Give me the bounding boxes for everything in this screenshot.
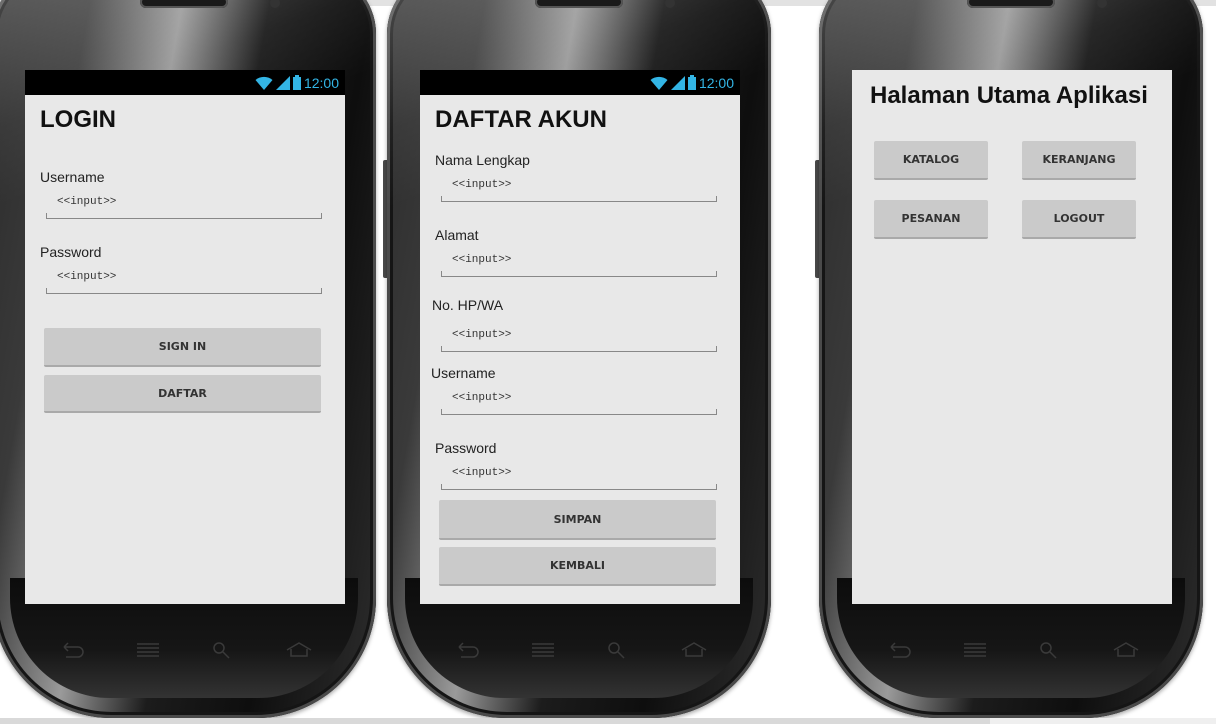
- page-title: DAFTAR AKUN: [435, 106, 607, 133]
- search-icon[interactable]: [602, 640, 632, 660]
- keranjang-button[interactable]: KERANJANG: [1022, 141, 1136, 180]
- back-icon[interactable]: [451, 640, 481, 660]
- katalog-button[interactable]: KATALOG: [874, 141, 988, 180]
- window-bottom-edge-right: [990, 718, 1216, 724]
- menu-icon[interactable]: [133, 640, 163, 660]
- nama-lengkap-label: Nama Lengkap: [435, 152, 530, 168]
- wifi-icon: [650, 76, 668, 90]
- back-icon[interactable]: [56, 640, 86, 660]
- password-label: Password: [435, 440, 497, 456]
- logout-button[interactable]: LOGOUT: [1022, 200, 1136, 239]
- main-screen: Halaman Utama Aplikasi KATALOG KERANJANG…: [852, 70, 1172, 604]
- status-bar: 12:00: [420, 70, 740, 95]
- speaker-grille: [535, 0, 623, 8]
- window-bottom-edge: [0, 718, 990, 724]
- username-input[interactable]: <<input>>: [46, 196, 322, 219]
- battery-icon: [292, 75, 301, 90]
- status-bar: 12:00: [25, 70, 345, 95]
- username-label: Username: [431, 365, 496, 381]
- signal-icon: [670, 75, 685, 90]
- alamat-input[interactable]: <<input>>: [441, 254, 717, 277]
- simpan-button[interactable]: SIMPAN: [439, 500, 716, 540]
- status-time: 12:00: [698, 74, 734, 91]
- home-icon[interactable]: [679, 640, 709, 660]
- password-input[interactable]: <<input>>: [46, 271, 322, 294]
- register-screen: 12:00 DAFTAR AKUN Nama Lengkap <<input>>…: [420, 70, 740, 604]
- back-icon[interactable]: [883, 640, 913, 660]
- password-label: Password: [40, 244, 102, 260]
- wifi-icon: [255, 76, 273, 90]
- no-hp-label: No. HP/WA: [432, 297, 504, 313]
- page-title: LOGIN: [40, 106, 116, 133]
- search-icon[interactable]: [1034, 640, 1064, 660]
- speaker-grille: [140, 0, 228, 8]
- page-title: Halaman Utama Aplikasi: [870, 82, 1148, 109]
- home-icon[interactable]: [284, 640, 314, 660]
- pesanan-button[interactable]: PESANAN: [874, 200, 988, 239]
- search-icon[interactable]: [207, 640, 237, 660]
- signal-icon: [275, 75, 290, 90]
- status-time: 12:00: [303, 74, 339, 91]
- alamat-label: Alamat: [435, 227, 479, 243]
- kembali-button[interactable]: KEMBALI: [439, 547, 716, 586]
- battery-icon: [687, 75, 696, 90]
- password-input[interactable]: <<input>>: [441, 467, 717, 490]
- sign-in-button[interactable]: SIGN IN: [44, 328, 321, 367]
- daftar-button[interactable]: DAFTAR: [44, 375, 321, 413]
- nama-lengkap-input[interactable]: <<input>>: [441, 179, 717, 202]
- speaker-grille: [967, 0, 1055, 8]
- home-icon[interactable]: [1111, 640, 1141, 660]
- menu-icon[interactable]: [528, 640, 558, 660]
- no-hp-input[interactable]: <<input>>: [441, 329, 717, 352]
- login-screen: 12:00 LOGIN Username <<input>> Password …: [25, 70, 345, 604]
- username-label: Username: [40, 169, 105, 185]
- menu-icon[interactable]: [960, 640, 990, 660]
- username-input[interactable]: <<input>>: [441, 392, 717, 415]
